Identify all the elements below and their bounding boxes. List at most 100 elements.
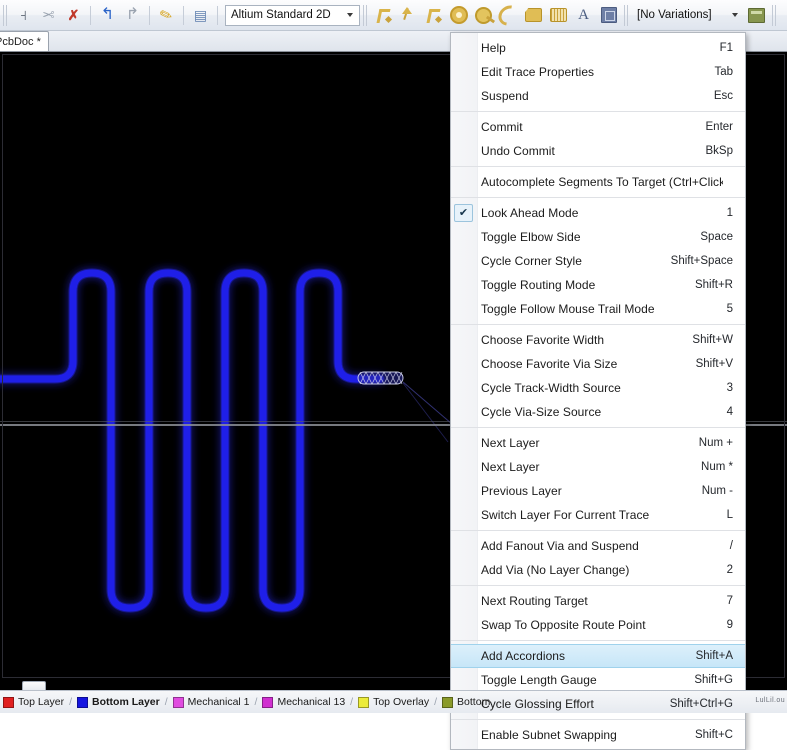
menu-item-label: Suspend [481,89,704,103]
menu-item-add-via-no-layer-change[interactable]: Add Via (No Layer Change)2 [451,558,745,582]
menu-item-help[interactable]: HelpF1 [451,36,745,60]
toolbar-separator [217,6,218,25]
menu-item-cycle-corner-style[interactable]: Cycle Corner StyleShift+Space [451,249,745,273]
layer-tab-label: Top Layer [18,696,64,708]
menu-item-cycle-track-width-source[interactable]: Cycle Track-Width Source3 [451,376,745,400]
menu-item-shortcut: Shift+C [685,729,733,741]
menu-item-shortcut: Esc [704,90,733,102]
layer-tab-mechanical-13[interactable]: Mechanical 13 [259,696,348,708]
place-fill-icon[interactable] [547,4,570,27]
menu-item-label: Next Layer [481,436,689,450]
paste-icon[interactable]: ⊦ [12,4,35,27]
menu-item-toggle-routing-mode[interactable]: Toggle Routing ModeShift+R [451,273,745,297]
menu-item-shortcut: 3 [717,382,733,394]
menu-item-toggle-follow-mouse-trail-mode[interactable]: Toggle Follow Mouse Trail Mode5 [451,297,745,321]
magic-wand-icon[interactable]: ✎ [155,4,178,27]
layer-tab-mechanical-1[interactable]: Mechanical 1 [170,696,253,708]
cut-red-icon[interactable]: ✗ [62,4,85,27]
menu-item-look-ahead-mode[interactable]: ✔Look Ahead Mode1 [451,201,745,225]
menu-item-switch-layer-for-current-trace[interactable]: Switch Layer For Current TraceL [451,503,745,527]
menu-item-shortcut: Num * [691,461,733,473]
layer-tab-top-layer[interactable]: Top Layer [0,696,67,708]
document-tab-pcbdoc[interactable]: PcbDoc * [0,31,49,51]
menu-item-commit[interactable]: CommitEnter [451,115,745,139]
menu-item-label: Add Accordions [481,649,686,663]
menu-item-label: Toggle Routing Mode [481,278,685,292]
place-component-icon[interactable] [597,4,620,27]
toolbar-grip[interactable] [3,5,8,26]
menu-item-choose-favorite-via-size[interactable]: Choose Favorite Via SizeShift+V [451,352,745,376]
menu-item-previous-layer[interactable]: Previous LayerNum - [451,479,745,503]
menu-item-edit-trace-properties[interactable]: Edit Trace PropertiesTab [451,60,745,84]
place-arc-icon[interactable] [497,4,520,27]
menu-separator [451,530,745,531]
menu-item-label: Cycle Via-Size Source [481,405,717,419]
toolbar-grip[interactable] [624,5,629,26]
document-tab-label: PcbDoc * [0,36,41,48]
menu-item-label: Swap To Opposite Route Point [481,618,717,632]
route-net-icon[interactable] [397,4,420,27]
menu-item-shortcut: Shift+Space [661,255,733,267]
menu-item-add-fanout-via-and-suspend[interactable]: Add Fanout Via and Suspend/ [451,534,745,558]
layer-tab-bottom-layer[interactable]: Bottom Layer [74,696,163,708]
menu-item-label: Choose Favorite Via Size [481,357,686,371]
place-polygon-icon[interactable] [522,4,545,27]
variations-value: [No Variations] [637,9,727,21]
menu-item-shortcut: Tab [704,66,733,78]
menu-item-label: Switch Layer For Current Trace [481,508,717,522]
layer-tab-label: Mechanical 1 [188,696,250,708]
redo-icon[interactable]: ↱ [121,4,144,27]
menu-item-cycle-via-size-source[interactable]: Cycle Via-Size Source4 [451,400,745,424]
menu-separator [451,166,745,167]
menu-item-undo-commit[interactable]: Undo CommitBkSp [451,139,745,163]
menu-item-toggle-elbow-side[interactable]: Toggle Elbow SideSpace [451,225,745,249]
menu-separator [451,640,745,641]
variations-combo[interactable]: [No Variations] [632,5,744,26]
toolbar-grip[interactable] [772,5,777,26]
menu-item-add-accordions[interactable]: Add AccordionsShift+A [451,644,745,668]
menu-item-shortcut: L [717,509,733,521]
place-string-icon[interactable]: A [572,4,595,27]
menu-item-enable-subnet-swapping[interactable]: Enable Subnet SwappingShift+C [451,723,745,747]
menu-item-cycle-glossing-effort[interactable]: Cycle Glossing EffortShift+Ctrl+G [451,692,745,716]
menu-item-suspend[interactable]: SuspendEsc [451,84,745,108]
menu-item-choose-favorite-width[interactable]: Choose Favorite WidthShift+W [451,328,745,352]
route-head-gauge [358,372,403,384]
multi-route-icon[interactable] [422,4,445,27]
cut-icon[interactable]: ✂ [37,4,60,27]
menu-item-next-routing-target[interactable]: Next Routing Target7 [451,589,745,613]
menu-item-swap-to-opposite-route-point[interactable]: Swap To Opposite Route Point9 [451,613,745,637]
toolbar-grip[interactable] [363,5,368,26]
variant-manager-icon[interactable] [745,4,768,27]
interactive-routing-icon[interactable] [372,4,395,27]
menu-item-next-layer[interactable]: Next LayerNum + [451,431,745,455]
menu-item-shortcut: Shift+Ctrl+G [660,698,733,710]
menu-separator [451,111,745,112]
menu-separator [451,197,745,198]
layer-tab-top-overlay[interactable]: Top Overlay [355,696,432,708]
layer-tab-divider: / [350,696,353,708]
place-pad-icon[interactable] [447,4,470,27]
layer-tab-label: Mechanical 13 [277,696,345,708]
menu-item-shortcut: 7 [717,595,733,607]
layer-color-swatch [262,697,273,708]
layer-tab-label: Top Overlay [373,696,429,708]
layer-color-swatch [3,697,14,708]
menu-item-shortcut: Shift+W [682,334,733,346]
layer-color-swatch [77,697,88,708]
menu-item-autocomplete-segments-to-target-ctrl-click[interactable]: Autocomplete Segments To Target (Ctrl+Cl… [451,170,745,194]
menu-item-shortcut: 2 [717,564,733,576]
menu-item-label: Next Routing Target [481,594,717,608]
chevron-down-icon[interactable] [342,6,357,25]
menu-item-shortcut: 4 [717,406,733,418]
menu-item-label: Help [481,41,710,55]
menu-item-label: Enable Subnet Swapping [481,728,685,742]
routing-context-menu[interactable]: HelpF1Edit Trace PropertiesTabSuspendEsc… [450,32,746,750]
menu-item-toggle-length-gauge[interactable]: Toggle Length GaugeShift+G [451,668,745,692]
chevron-down-icon[interactable] [727,6,742,25]
menu-item-next-layer[interactable]: Next LayerNum * [451,455,745,479]
undo-icon[interactable]: ↰ [96,4,119,27]
document-options-icon[interactable]: ▤ [189,4,212,27]
place-via-icon[interactable] [472,4,495,27]
view-configuration-combo[interactable]: Altium Standard 2D [225,5,360,26]
